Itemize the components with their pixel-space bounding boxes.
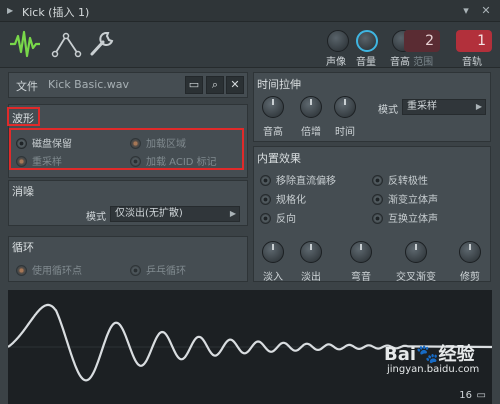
effect-normalize[interactable]: 规格化 <box>260 191 306 206</box>
file-name: Kick Basic.wav <box>48 78 130 91</box>
effect-invert-polarity[interactable]: 反转极性 <box>372 172 428 187</box>
title-bar: ▶ Kick (插入 1) ▾ ✕ <box>0 0 500 22</box>
effect-swap-stereo[interactable]: 互换立体声 <box>372 210 438 225</box>
browse-button[interactable]: ⌕ <box>206 76 224 94</box>
option-use-loop-points[interactable]: 使用循环点 <box>16 262 82 277</box>
highlight-box-title <box>7 107 40 126</box>
ts-mode-label: 模式 <box>378 105 398 116</box>
volume-knob[interactable] <box>356 30 378 52</box>
pitch-label: 音高 范围 <box>390 57 434 68</box>
crossfade-knob[interactable] <box>405 241 427 263</box>
highlight-box-options <box>9 128 244 170</box>
fade-out-label: 淡出 <box>301 272 321 283</box>
fade-in-label: 淡入 <box>263 272 283 283</box>
ts-time-knob[interactable] <box>334 96 356 118</box>
ts-pitch-label: 音高 <box>263 127 283 138</box>
option-ping-pong-loop[interactable]: 乒乓循环 <box>130 262 186 277</box>
effect-reverse[interactable]: 反向 <box>260 210 296 225</box>
envelope-tool-icon[interactable] <box>50 28 84 60</box>
ts-pitch-knob[interactable] <box>262 96 284 118</box>
watermark-url: jingyan.baidu.com <box>387 364 480 375</box>
channel-value[interactable]: 1 <box>456 30 492 52</box>
waveform-tool-icon[interactable] <box>8 28 42 60</box>
volume-label: 音量 <box>356 57 376 68</box>
trim-knob[interactable] <box>459 241 481 263</box>
ts-time-label: 时间 <box>335 127 355 138</box>
pan-knob[interactable] <box>327 30 349 52</box>
declick-mode-select[interactable]: 仅淡出(无扩散) ▶ <box>110 206 240 222</box>
zoom-value: 16 <box>459 390 472 401</box>
ts-mode-select[interactable]: 重采样 ▶ <box>402 99 486 115</box>
pitch-bend-label: 弯音 <box>351 272 371 283</box>
fade-in-knob[interactable] <box>262 241 284 263</box>
trim-label: 修剪 <box>460 272 480 283</box>
range-value[interactable]: 2 <box>404 30 440 52</box>
pitch-bend-knob[interactable] <box>350 241 372 263</box>
effects-section-title: 内置效果 <box>257 152 301 165</box>
file-row: 文件 Kick Basic.wav ▭ ⌕ ✕ <box>10 74 246 96</box>
watermark-logo: Bai🐾经验 <box>384 344 475 365</box>
ts-multiply-knob[interactable] <box>300 96 322 118</box>
toolbar: 声像 音量 2 音高 范围 1 音轨 <box>0 22 500 68</box>
loop-section-title: 循环 <box>12 241 34 254</box>
clear-file-button[interactable]: ✕ <box>226 76 244 94</box>
crossfade-label: 交叉渐变 <box>396 272 436 283</box>
fade-out-knob[interactable] <box>300 241 322 263</box>
zoom-icon[interactable]: ▭ <box>477 390 486 401</box>
close-button[interactable]: ✕ <box>478 3 494 19</box>
effect-fade-stereo[interactable]: 渐变立体声 <box>372 191 438 206</box>
pan-label: 声像 <box>326 57 346 68</box>
declick-mode-label: 模式 <box>86 212 106 223</box>
range-label: 范围 <box>413 57 434 68</box>
effect-remove-dc[interactable]: 移除直流偏移 <box>260 172 336 187</box>
minimize-button[interactable]: ▾ <box>458 3 474 19</box>
window-menu-arrow-icon[interactable]: ▶ <box>7 6 13 15</box>
time-stretch-section-title: 时间拉伸 <box>257 78 301 91</box>
file-label: 文件 <box>16 80 38 93</box>
window-title: Kick (插入 1) <box>22 6 90 19</box>
declick-section-title: 消噪 <box>12 185 34 198</box>
open-folder-button[interactable]: ▭ <box>185 76 203 94</box>
wrench-tool-icon[interactable] <box>84 28 118 60</box>
channel-label: 音轨 <box>462 57 482 68</box>
